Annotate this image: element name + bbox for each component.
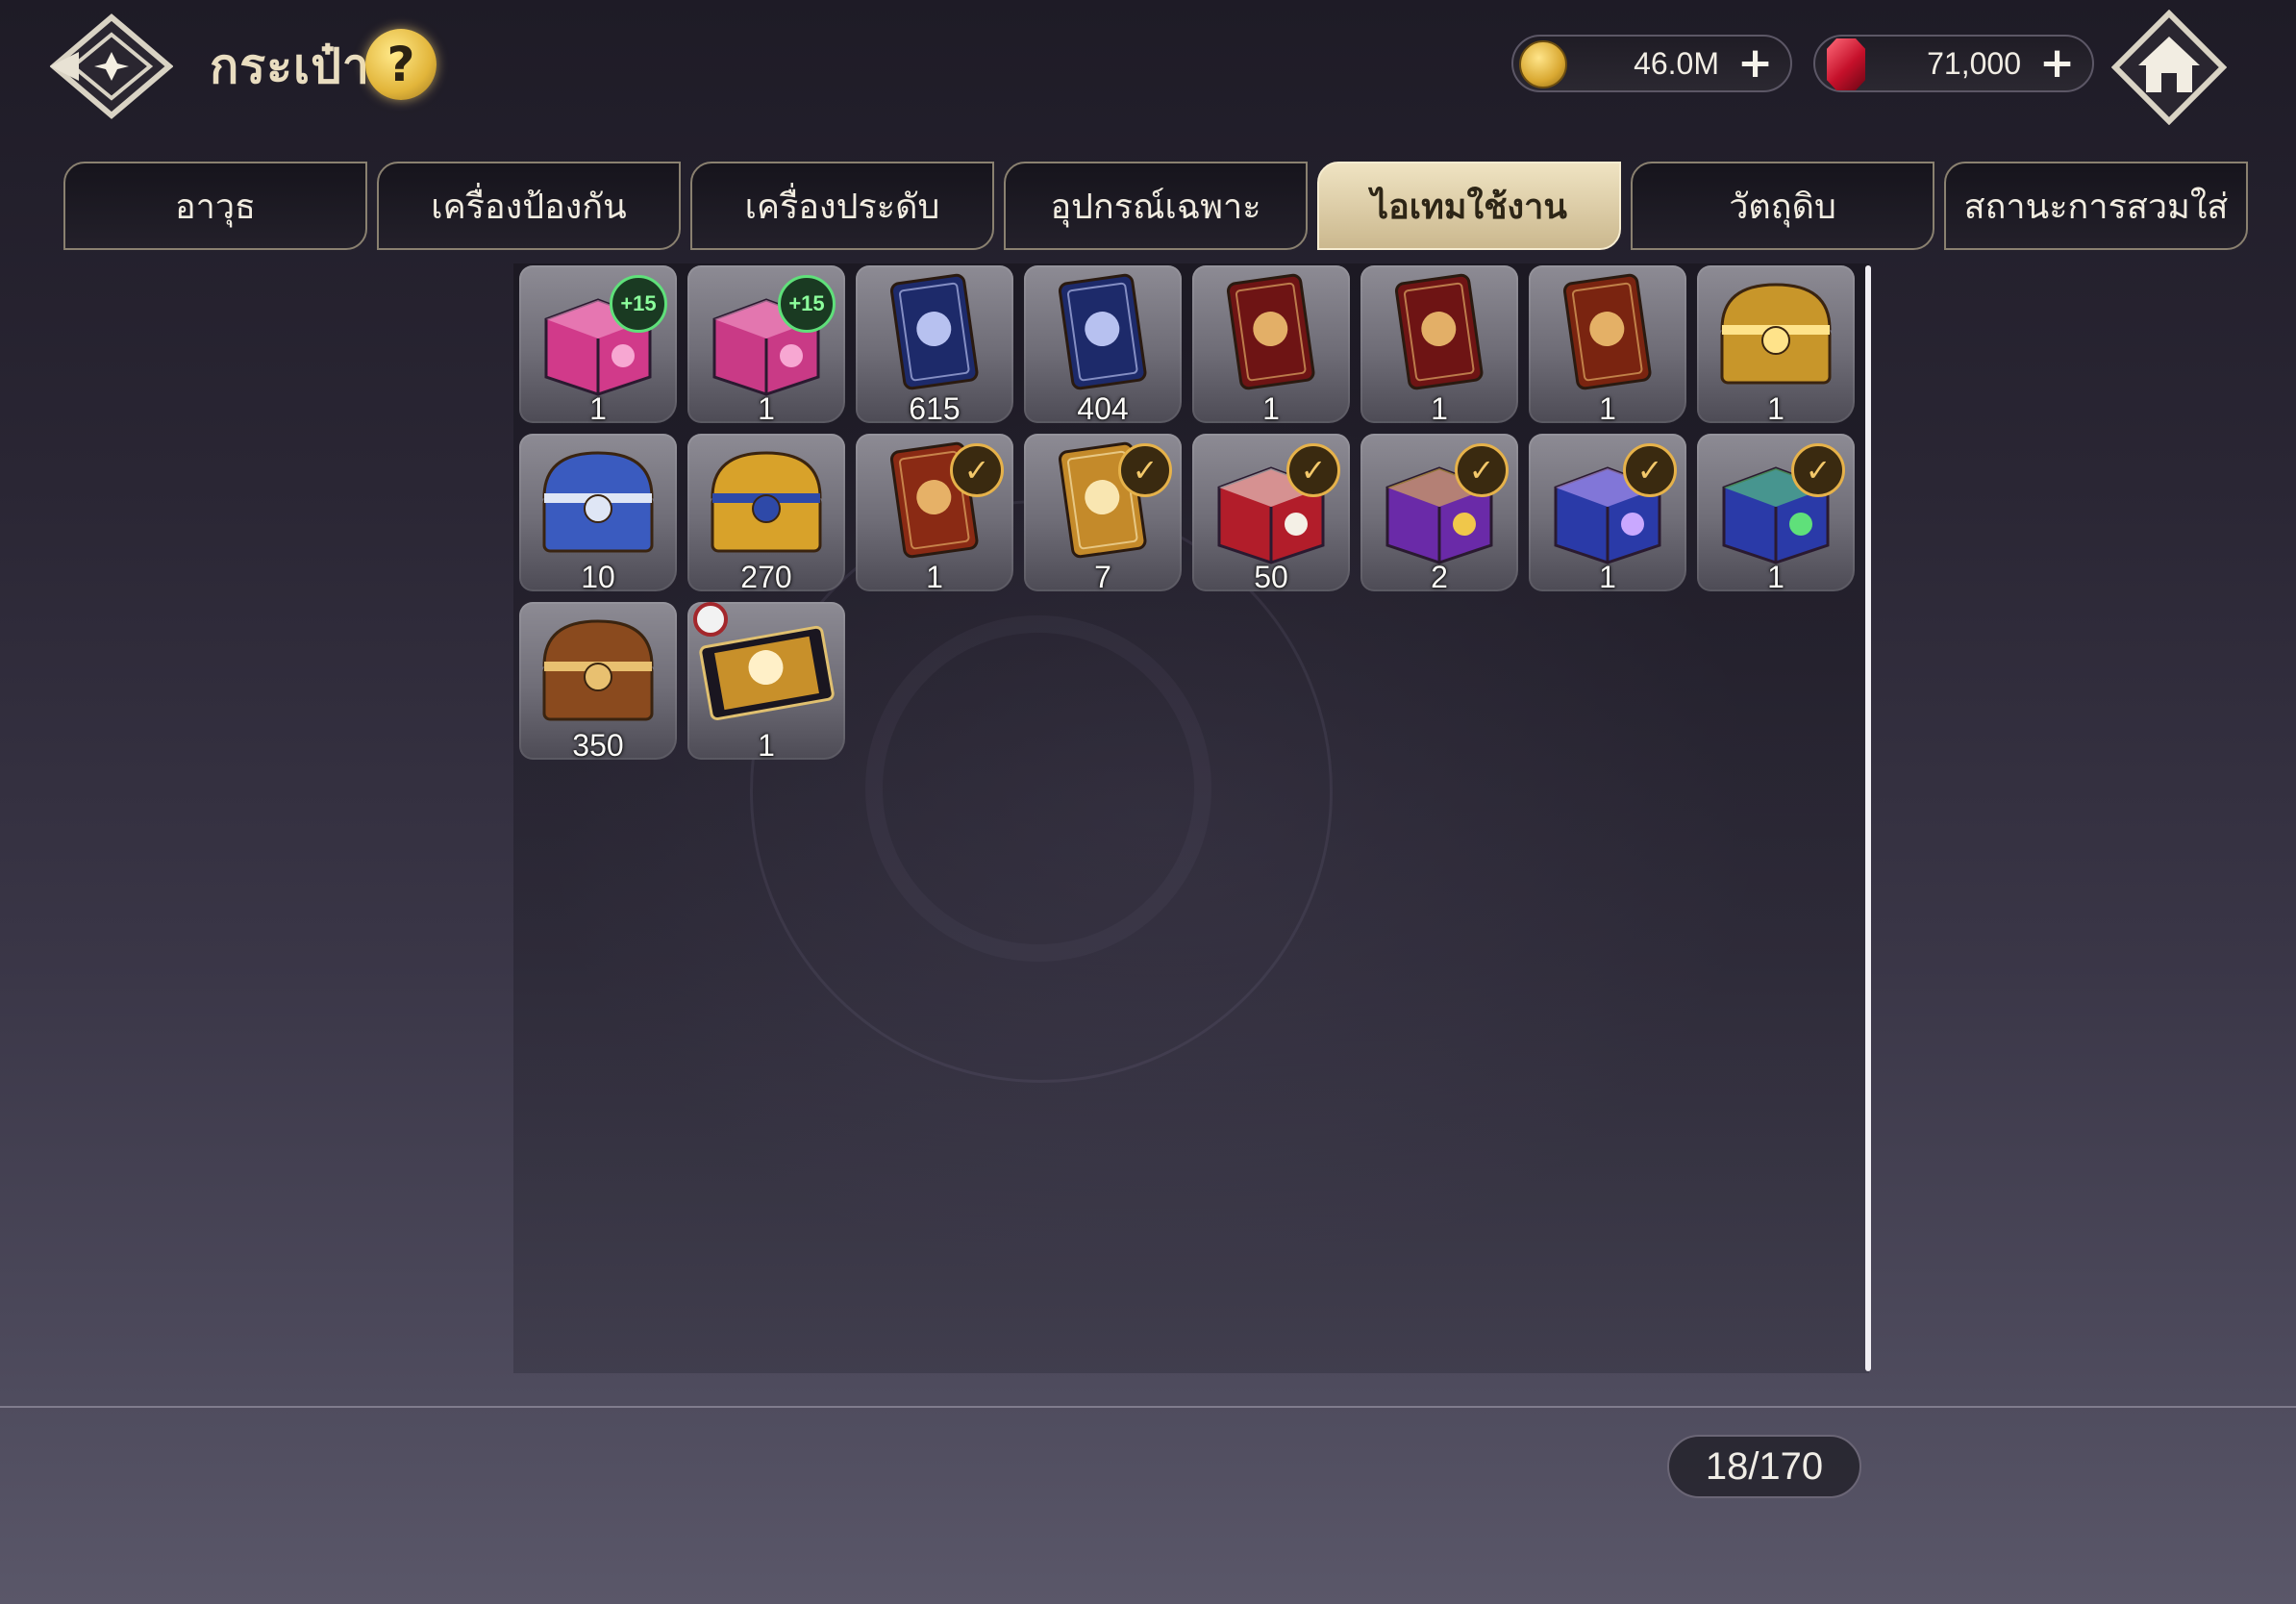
item-count: 50	[1254, 560, 1288, 591]
item-count: 1	[1431, 391, 1448, 423]
inventory-slot-weapon-box-plus15[interactable]: +15 1	[519, 265, 677, 423]
inventory-scrollbar[interactable]	[1865, 265, 1871, 1371]
footer-divider	[0, 1406, 2296, 1408]
add-gold-button[interactable]: +	[1737, 42, 1773, 85]
gold-currency: 46.0M +	[1511, 35, 1792, 92]
selectable-check-icon: ✓	[1791, 443, 1845, 497]
item-count: 7	[1094, 560, 1111, 591]
back-arrow-icon	[49, 13, 174, 119]
item-count: 404	[1077, 391, 1129, 423]
gold-coin-icon	[1519, 40, 1567, 88]
gold-amount: 46.0M	[1634, 46, 1719, 81]
inventory-slot-gold-chest[interactable]: 1	[1697, 265, 1855, 423]
tab-accessories[interactable]: เครื่องประดับ	[690, 162, 994, 250]
inventory-slot-portrait-ticket[interactable]: 1	[687, 602, 845, 760]
page-title: กระเป๋า	[210, 38, 370, 94]
gem-amount: 71,000	[1927, 46, 2021, 81]
upgrade-level-badge: +15	[610, 275, 667, 333]
timer-icon	[693, 602, 728, 637]
inventory-slot-card-select-red[interactable]: ✓ 1	[856, 434, 1013, 591]
item-count: 1	[1767, 391, 1784, 423]
item-count: 1	[1262, 391, 1280, 423]
inventory-slot-card-tier3-red[interactable]: 1	[1529, 265, 1686, 423]
inventory-slot-blue-gift-box[interactable]: ✓ 1	[1529, 434, 1686, 591]
selectable-check-icon: ✓	[1286, 443, 1340, 497]
inventory-slot-green-gift-box[interactable]: ✓ 1	[1697, 434, 1855, 591]
upgrade-level-badge: +15	[778, 275, 836, 333]
inventory-slot-card-select-gold[interactable]: ✓ 7	[1024, 434, 1182, 591]
selectable-check-icon: ✓	[1455, 443, 1509, 497]
tab-armor[interactable]: เครื่องป้องกัน	[377, 162, 681, 250]
category-tabs: อาวุธ เครื่องป้องกัน เครื่องประดับ อุปกร…	[63, 162, 2248, 252]
selectable-check-icon: ✓	[950, 443, 1004, 497]
item-count: 350	[572, 728, 624, 760]
inventory-slot-purple-gift-box[interactable]: ✓ 2	[1360, 434, 1518, 591]
item-count: 10	[581, 560, 615, 591]
item-count: 1	[926, 560, 943, 591]
inventory-slot-armor-box-plus15[interactable]: +15 1	[687, 265, 845, 423]
question-icon: ?	[387, 37, 415, 92]
item-count: 1	[1599, 391, 1616, 423]
tab-materials[interactable]: วัตถุดิบ	[1631, 162, 1934, 250]
item-count: 2	[1431, 560, 1448, 591]
item-count: 1	[1767, 560, 1784, 591]
selectable-check-icon: ✓	[1623, 443, 1677, 497]
add-gem-button[interactable]: +	[2039, 42, 2075, 85]
item-count: 1	[758, 728, 775, 760]
item-count: 1	[758, 391, 775, 423]
tab-equip-status[interactable]: สถานะการสวมใส่	[1944, 162, 2248, 250]
tab-weapons[interactable]: อาวุธ	[63, 162, 367, 250]
tab-special-equipment[interactable]: อุปกรณ์เฉพาะ	[1004, 162, 1308, 250]
background-emblem-ring	[865, 615, 1211, 962]
selectable-check-icon: ✓	[1118, 443, 1172, 497]
tab-consumables[interactable]: ไอเทมใช้งาน	[1317, 162, 1621, 250]
inventory-slot-card-3star-blue[interactable]: 404	[1024, 265, 1182, 423]
inventory-slot-gold-blue-chest[interactable]: 270	[687, 434, 845, 591]
gem-currency: 71,000 +	[1813, 35, 2094, 92]
back-button[interactable]	[49, 13, 174, 119]
home-icon	[2110, 9, 2228, 126]
item-count: 1	[1599, 560, 1616, 591]
inventory-slot-silver-blue-chest[interactable]: 10	[519, 434, 677, 591]
inventory-slot-card-6star-red[interactable]: 1	[1360, 265, 1518, 423]
item-count: 270	[740, 560, 792, 591]
home-button[interactable]	[2110, 9, 2228, 126]
inventory-slot-card-4star-red[interactable]: 1	[1192, 265, 1350, 423]
red-gem-icon	[1827, 38, 1865, 90]
item-count: 615	[909, 391, 961, 423]
item-count: 1	[589, 391, 607, 423]
inventory-slot-card-pack-box[interactable]: ✓ 50	[1192, 434, 1350, 591]
inventory-slot-wooden-key-chest[interactable]: 350	[519, 602, 677, 760]
help-button[interactable]: ?	[365, 29, 437, 100]
inventory-capacity: 18/170	[1667, 1435, 1861, 1498]
inventory-slot-card-2star-blue[interactable]: 615	[856, 265, 1013, 423]
